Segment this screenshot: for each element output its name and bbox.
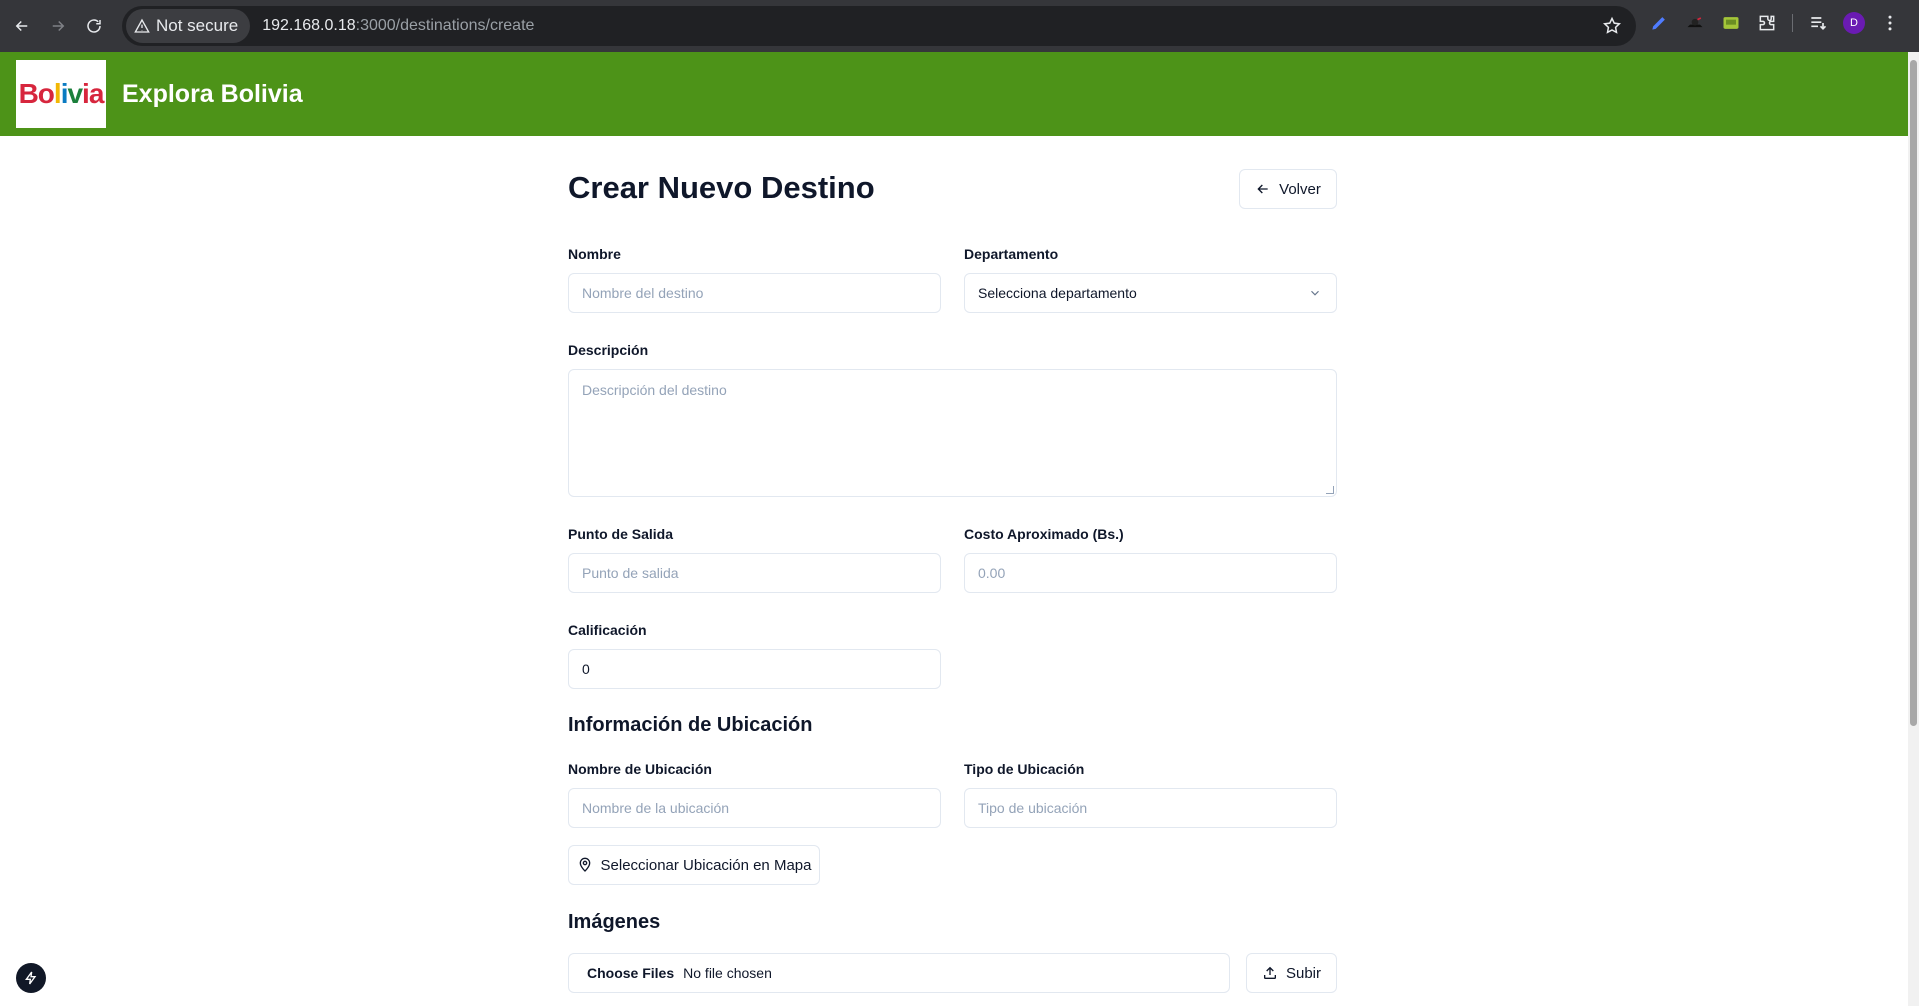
arrow-left-icon (1257, 184, 1268, 194)
app-header: Bo l i v ia Explora Bolivia (0, 52, 1908, 136)
descripcion-placeholder: Descripción del destino (582, 382, 727, 398)
ubicacion-section-title: Información de Ubicación (568, 714, 813, 736)
toolbar-divider (1792, 14, 1793, 32)
app-title[interactable]: Explora Bolivia (122, 80, 303, 109)
costo-label: Costo Aproximado (Bs.) (964, 526, 1124, 542)
punto-salida-input[interactable]: Punto de salida (568, 553, 941, 593)
departamento-label: Departamento (964, 246, 1059, 262)
logo-part-1: Bo (18, 78, 55, 109)
bookmark-star-icon[interactable] (1602, 16, 1622, 36)
extensions-area: D (1648, 12, 1901, 34)
page-scrollbar[interactable] (1908, 52, 1919, 1006)
kebab-menu-icon[interactable] (1879, 12, 1901, 34)
bolivia-logo[interactable]: Bo l i v ia (16, 60, 106, 128)
select-location-map-button[interactable]: Seleccionar Ubicación en Mapa (568, 845, 820, 885)
upload-icon (1263, 966, 1276, 979)
scrollbar-thumb[interactable] (1910, 60, 1917, 726)
upload-button[interactable]: Subir (1246, 953, 1337, 993)
departamento-select[interactable]: Selecciona departamento (964, 273, 1337, 313)
forward-arrow-icon[interactable] (40, 8, 76, 44)
logo-part-4: v (67, 78, 83, 109)
punto-salida-label: Punto de Salida (568, 526, 674, 542)
page-title: Crear Nuevo Destino (568, 170, 875, 205)
logo-part-3: i (60, 78, 69, 109)
back-button[interactable]: Volver (1239, 169, 1337, 209)
calificacion-label: Calificación (568, 622, 647, 638)
calificacion-input[interactable]: 0 (568, 649, 941, 689)
tipo-ubicacion-input[interactable]: Tipo de ubicación (964, 788, 1337, 828)
tipo-ubicacion-label: Tipo de Ubicación (964, 761, 1085, 777)
puzzle-extensions-icon[interactable] (1756, 12, 1778, 34)
resize-handle[interactable] (1326, 486, 1334, 494)
pen-extension-icon[interactable] (1648, 12, 1670, 34)
lightning-icon (25, 971, 37, 985)
logo-part-5: ia (82, 78, 104, 109)
file-input[interactable]: Choose Files No file chosen (568, 953, 1230, 993)
costo-input[interactable]: 0.00 (964, 553, 1337, 593)
security-label: Not secure (156, 16, 239, 35)
warning-triangle-icon (134, 18, 150, 33)
reading-list-icon[interactable] (1807, 12, 1829, 34)
nombre-ubicacion-label: Nombre de Ubicación (568, 761, 712, 777)
logo-part-2: l (53, 78, 62, 109)
url-path: :3000/destinations/create (355, 17, 535, 34)
address-bar[interactable]: Not secure 192.168.0.18:3000/destination… (122, 6, 1636, 46)
chevron-down-icon (1311, 290, 1319, 296)
nombre-label: Nombre (568, 246, 621, 262)
back-arrow-icon[interactable] (4, 8, 40, 44)
dev-tools-button[interactable] (16, 963, 46, 993)
nombre-input[interactable]: Nombre del destino (568, 273, 941, 313)
browser-toolbar: Not secure 192.168.0.18:3000/destination… (0, 0, 1919, 52)
hat-extension-icon[interactable] (1684, 12, 1706, 34)
descripcion-textarea[interactable]: Descripción del destino (568, 369, 1337, 497)
reload-icon[interactable] (76, 8, 112, 44)
url-host: 192.168.0.18 (262, 17, 356, 34)
map-pin-icon (579, 857, 590, 872)
android-extension-icon[interactable] (1720, 12, 1742, 34)
file-status: No file chosen (683, 965, 772, 981)
upload-button-label: Subir (1285, 964, 1322, 982)
departamento-select-value: Selecciona departamento (978, 285, 1137, 301)
nombre-ubicacion-input[interactable]: Nombre de la ubicación (568, 788, 941, 828)
back-button-label: Volver (1279, 180, 1321, 198)
select-location-map-label: Seleccionar Ubicación en Mapa (600, 856, 812, 874)
descripcion-label: Descripción (568, 342, 649, 358)
imagenes-section-title: Imágenes (568, 911, 661, 933)
profile-avatar[interactable]: D (1843, 12, 1865, 34)
choose-files-button[interactable]: Choose Files (587, 965, 674, 981)
url-text[interactable]: 192.168.0.18:3000/destinations/create (262, 17, 534, 35)
security-chip[interactable]: Not secure (126, 9, 251, 43)
